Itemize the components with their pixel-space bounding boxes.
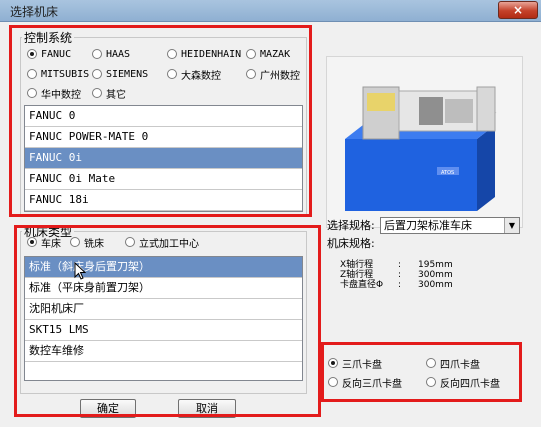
radio-dot [328, 377, 338, 387]
radio-dot [328, 358, 338, 368]
spec-select[interactable]: 后置刀架标准车床 ▼ [380, 217, 520, 234]
radio-dot [27, 69, 37, 79]
lathe-image: ATOS [327, 57, 522, 227]
radio-dot [27, 49, 37, 59]
list-item-selected[interactable]: FANUC 0i [25, 148, 302, 169]
spec-select-value: 后置刀架标准车床 [384, 219, 472, 232]
radio-siemens[interactable]: SIEMENS [92, 67, 148, 81]
list-item[interactable]: FANUC 18i [25, 190, 302, 211]
spec-name: X轴行程 [340, 260, 374, 270]
radio-label: SIEMENS [106, 68, 149, 80]
radio-dasen[interactable]: 大森数控 [167, 67, 221, 82]
radio-label: 四爪卡盘 [440, 359, 480, 371]
list-item[interactable]: FANUC POWER-MATE 0 [25, 127, 302, 148]
spec-sep: : [398, 260, 402, 270]
radio-reverse-four-jaw-chuck[interactable]: 反向四爪卡盘 [426, 375, 500, 390]
spec-value: 195mm [418, 260, 453, 270]
radio-reverse-three-jaw-chuck[interactable]: 反向三爪卡盘 [328, 375, 402, 390]
radio-label: 车床 [41, 238, 61, 250]
radio-dot [27, 88, 37, 98]
radio-dot [125, 237, 135, 247]
radio-label: 其它 [106, 89, 126, 101]
select-spec-label: 选择规格: [327, 219, 375, 232]
list-item[interactable]: 数控车维修 [25, 341, 302, 362]
radio-four-jaw-chuck[interactable]: 四爪卡盘 [426, 356, 480, 371]
radio-label: 大森数控 [181, 70, 221, 82]
spec-sep: : [398, 280, 402, 290]
radio-label: FANUC [41, 48, 72, 60]
list-item[interactable]: FANUC 0 [25, 106, 302, 127]
radio-heidenhain[interactable]: HEIDENHAIN [167, 47, 241, 61]
control-system-list[interactable]: FANUC 0 FANUC POWER-MATE 0 FANUC 0i FANU… [24, 105, 303, 212]
radio-mitsubis[interactable]: MITSUBIS [27, 67, 89, 81]
radio-dot [167, 69, 177, 79]
radio-label: 立式加工中心 [139, 238, 199, 250]
radio-label: 三爪卡盘 [342, 359, 382, 371]
radio-lathe[interactable]: 车床 [27, 235, 61, 250]
radio-other[interactable]: 其它 [92, 86, 126, 101]
radio-label: 反向四爪卡盘 [440, 378, 500, 390]
radio-label: 铣床 [84, 238, 104, 250]
list-item[interactable]: SKT15 LMS [25, 320, 302, 341]
radio-label: HEIDENHAIN [181, 48, 242, 60]
ok-button[interactable]: 确定 [80, 399, 136, 418]
window-title: 选择机床 [10, 5, 59, 19]
radio-label: 广州数控 [260, 70, 300, 82]
radio-label: 华中数控 [41, 89, 81, 101]
radio-dot [246, 69, 256, 79]
control-system-title: 控制系统 [22, 29, 75, 46]
radio-dot [92, 69, 102, 79]
mouse-pointer-icon [74, 262, 86, 280]
machine-preview: ATOS [326, 56, 523, 228]
machine-type-list[interactable]: 标准（斜床身后置刀架） 标准（平床身前置刀架） 沈阳机床厂 SKT15 LMS … [24, 256, 303, 381]
radio-dot [167, 49, 177, 59]
radio-haas[interactable]: HAAS [92, 47, 130, 61]
radio-dot [92, 49, 102, 59]
radio-guangzhou[interactable]: 广州数控 [246, 67, 300, 82]
radio-label: 反向三爪卡盘 [342, 378, 402, 390]
spec-sep: : [398, 270, 402, 280]
radio-dot [426, 377, 436, 387]
dialog-body: 控制系统 FANUC HAAS HEIDENHAIN MAZAK MITSUBI… [0, 22, 541, 427]
radio-dot [92, 88, 102, 98]
close-button[interactable]: × [498, 1, 538, 19]
machine-spec-label: 机床规格: [327, 237, 375, 250]
list-item-selected[interactable]: 标准（斜床身后置刀架） [25, 257, 302, 278]
annotation-frame-chuck [321, 342, 522, 402]
list-item[interactable]: FANUC 0i Mate [25, 169, 302, 190]
spec-name: Z轴行程 [340, 270, 374, 280]
radio-fanuc[interactable]: FANUC [27, 47, 71, 61]
radio-dot [27, 237, 37, 247]
machine-nameplate: ATOS [441, 170, 454, 176]
radio-dot [246, 49, 256, 59]
radio-label: MITSUBIS [41, 68, 90, 80]
spec-value: 300mm [418, 280, 453, 290]
close-icon: × [512, 3, 524, 17]
chevron-down-icon[interactable]: ▼ [504, 218, 519, 233]
radio-label: MAZAK [260, 48, 291, 60]
radio-huazhong[interactable]: 华中数控 [27, 86, 81, 101]
radio-dot [426, 358, 436, 368]
radio-mill[interactable]: 铣床 [70, 235, 104, 250]
radio-label: HAAS [106, 48, 131, 60]
list-item[interactable]: 标准（平床身前置刀架） [25, 278, 302, 299]
radio-three-jaw-chuck[interactable]: 三爪卡盘 [328, 356, 382, 371]
spec-value: 300mm [418, 270, 453, 280]
title-bar: 选择机床 × [0, 0, 541, 22]
cancel-button[interactable]: 取消 [178, 399, 236, 418]
radio-mazak[interactable]: MAZAK [246, 47, 290, 61]
spec-name: 卡盘直径Φ [340, 280, 384, 290]
list-item[interactable]: 沈阳机床厂 [25, 299, 302, 320]
radio-vertical-machining-center[interactable]: 立式加工中心 [125, 235, 199, 250]
radio-dot [70, 237, 80, 247]
